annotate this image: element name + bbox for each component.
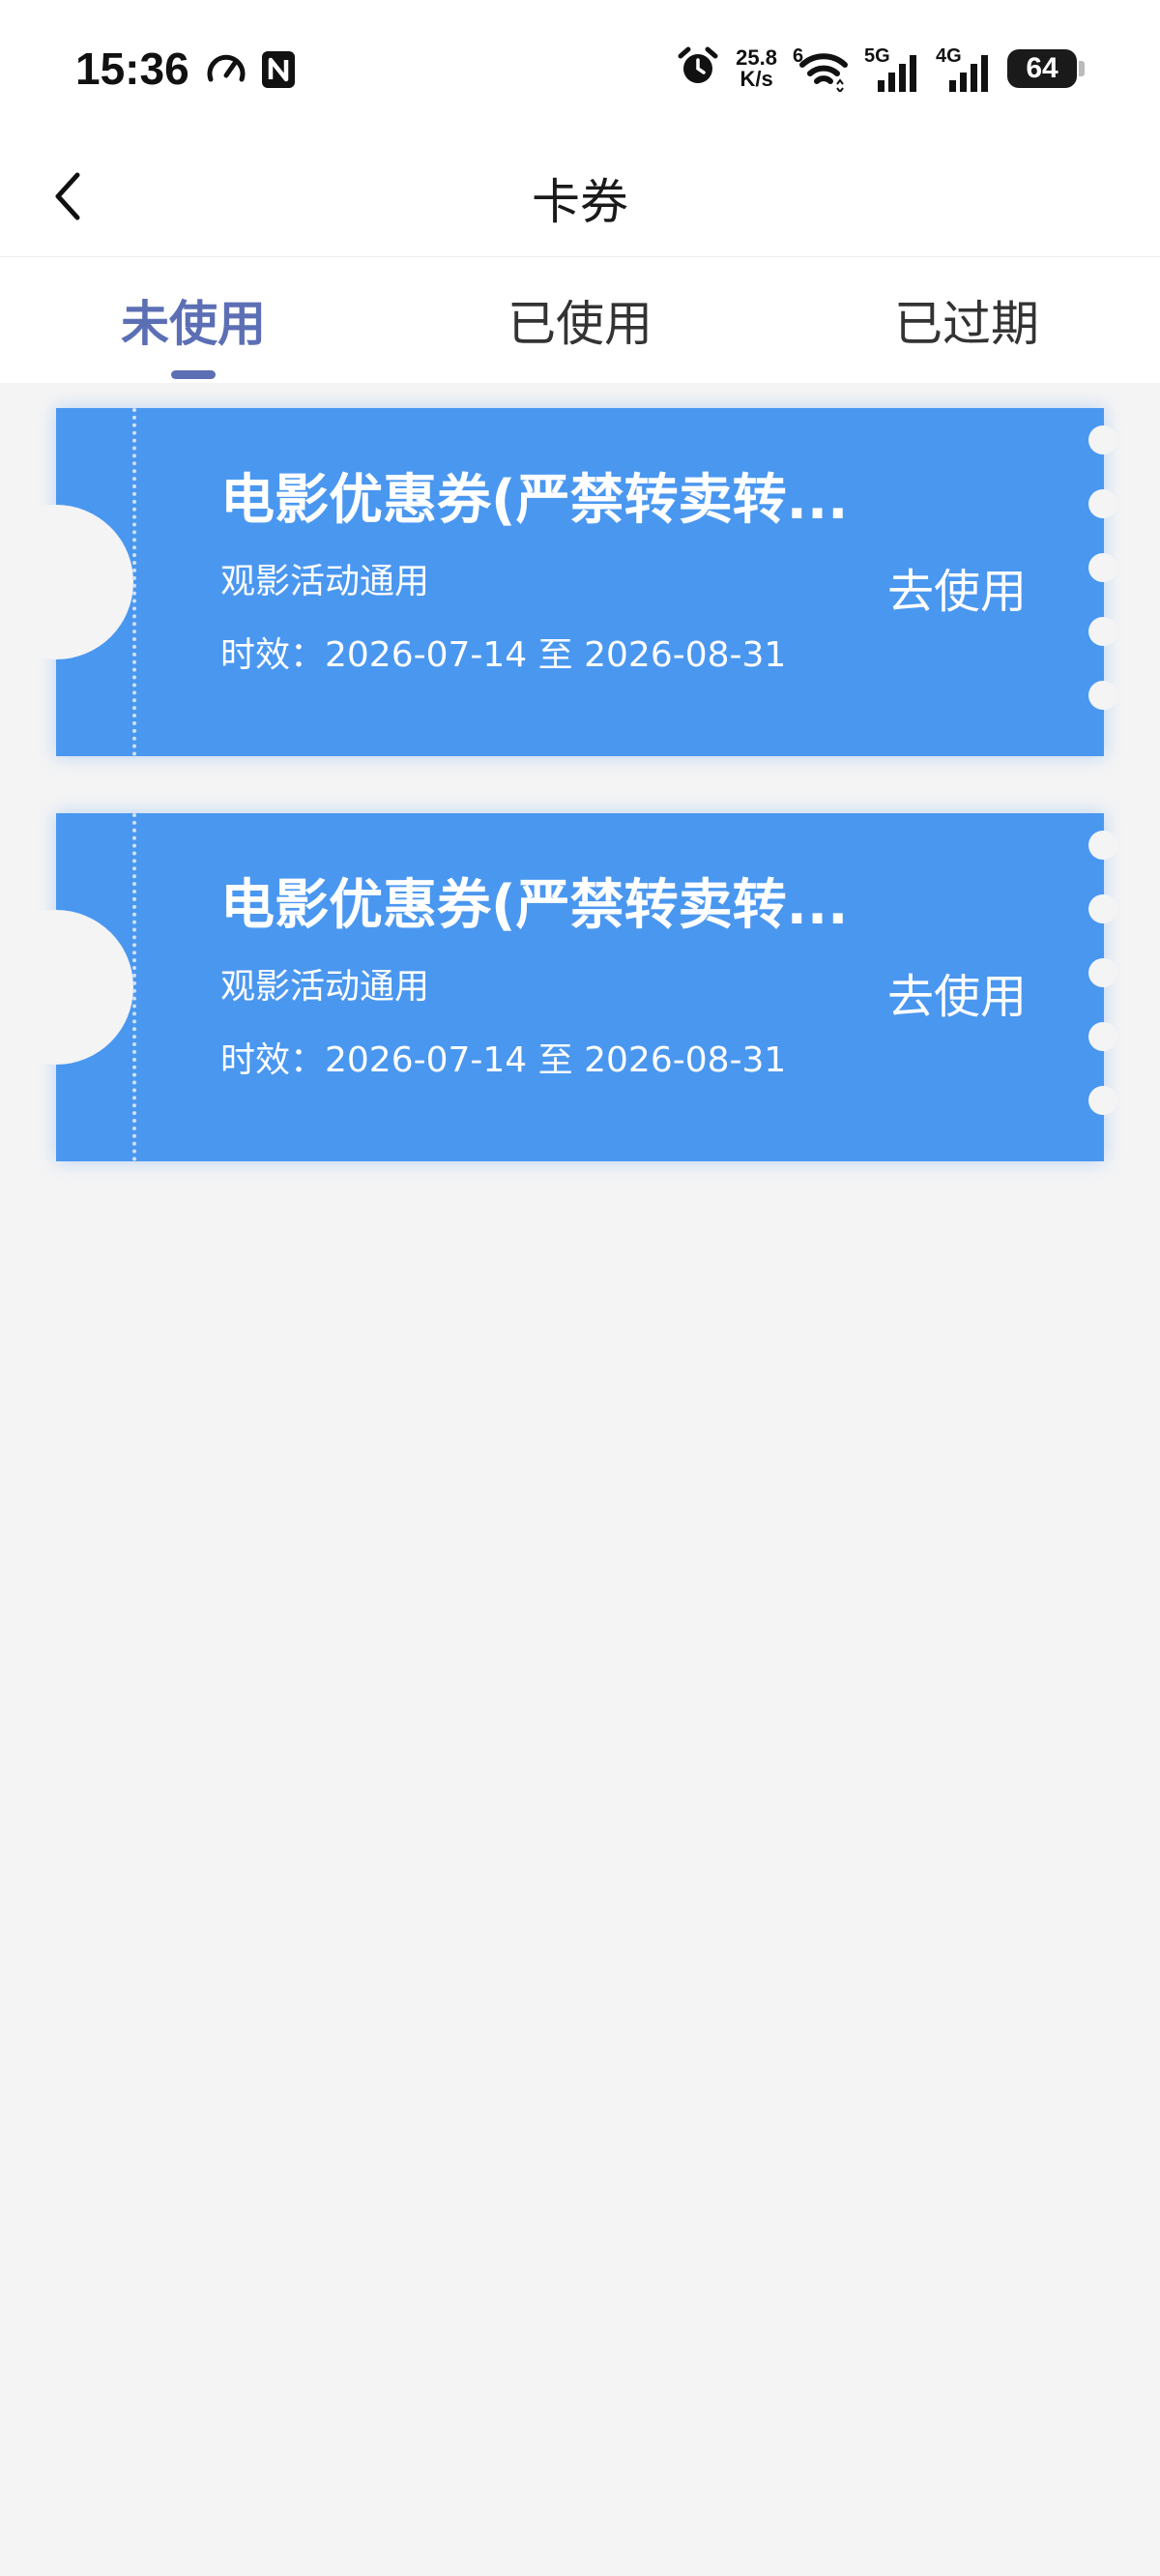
coupon-scallop bbox=[1088, 894, 1117, 923]
coupon-card[interactable]: 电影优惠券(严禁转卖转... 观影活动通用 时效：2026-07-14 至 20… bbox=[0, 408, 1117, 756]
coupon-scallop bbox=[1088, 831, 1117, 860]
signal-4g-indicator: 4G bbox=[936, 45, 992, 92]
coupon-scallop bbox=[1088, 1022, 1117, 1051]
coupon-description: 观影活动通用 bbox=[220, 967, 430, 1007]
status-left-icons bbox=[205, 48, 298, 95]
coupon-scallop bbox=[1088, 681, 1117, 710]
battery-indicator: 64 bbox=[1007, 49, 1077, 88]
use-coupon-button[interactable]: 去使用 bbox=[887, 553, 1027, 621]
coupon-title: 电影优惠券(严禁转卖转... bbox=[220, 874, 849, 937]
active-tab-indicator bbox=[171, 370, 216, 379]
network-speed: 25.8 K/s bbox=[736, 47, 777, 90]
status-right-icons: 25.8 K/s 6 5G 4G 64 bbox=[676, 44, 1085, 94]
page-title: 卡券 bbox=[532, 174, 628, 230]
signal-5g-indicator: 5G bbox=[864, 45, 920, 92]
tab-label: 已使用 bbox=[508, 296, 652, 352]
wifi-indicator: 6 bbox=[793, 45, 849, 94]
speedometer-icon bbox=[205, 48, 247, 95]
signal-bars-icon bbox=[876, 53, 918, 96]
wifi-icon bbox=[798, 49, 849, 96]
coupon-notch bbox=[0, 505, 133, 659]
coupon-scallop bbox=[1088, 425, 1117, 454]
coupon-scallop bbox=[1088, 958, 1117, 987]
coupon-scallop bbox=[1088, 553, 1117, 582]
coupon-validity: 时效：2026-07-14 至 2026-08-31 bbox=[220, 635, 787, 675]
coupon-scallop bbox=[1088, 617, 1117, 646]
coupon-title: 电影优惠券(严禁转卖转... bbox=[220, 469, 849, 532]
tab-used[interactable]: 已使用 bbox=[435, 257, 725, 383]
signal-bars-icon bbox=[947, 53, 990, 96]
alarm-icon bbox=[676, 44, 720, 93]
coupon-card[interactable]: 电影优惠券(严禁转卖转... 观影活动通用 时效：2026-07-14 至 20… bbox=[0, 813, 1117, 1161]
coupon-scallop bbox=[1088, 489, 1117, 518]
coupon-notch bbox=[0, 910, 133, 1065]
status-time: 15:36 bbox=[75, 44, 189, 94]
nfc-icon bbox=[259, 48, 298, 95]
network-speed-value: 25.8 bbox=[736, 45, 777, 70]
network-speed-unit: K/s bbox=[740, 67, 773, 91]
tab-unused[interactable]: 未使用 bbox=[48, 257, 338, 383]
coupon-perforation bbox=[132, 408, 136, 756]
tab-bar: 未使用 已使用 已过期 bbox=[0, 256, 1160, 383]
use-coupon-button[interactable]: 去使用 bbox=[887, 958, 1027, 1026]
tab-expired[interactable]: 已过期 bbox=[822, 257, 1112, 383]
coupon-perforation bbox=[132, 813, 136, 1161]
coupon-validity: 时效：2026-07-14 至 2026-08-31 bbox=[220, 1040, 787, 1080]
tab-label: 未使用 bbox=[121, 296, 266, 352]
coupon-scallop bbox=[1088, 1086, 1117, 1115]
status-bar: 15:36 25.8 K/s 6 5G 4G 64 bbox=[0, 0, 1160, 140]
coupon-description: 观影活动通用 bbox=[220, 562, 430, 601]
battery-tip bbox=[1079, 61, 1085, 76]
nav-header: 卡券 bbox=[0, 140, 1160, 256]
tab-label: 已过期 bbox=[894, 296, 1039, 352]
